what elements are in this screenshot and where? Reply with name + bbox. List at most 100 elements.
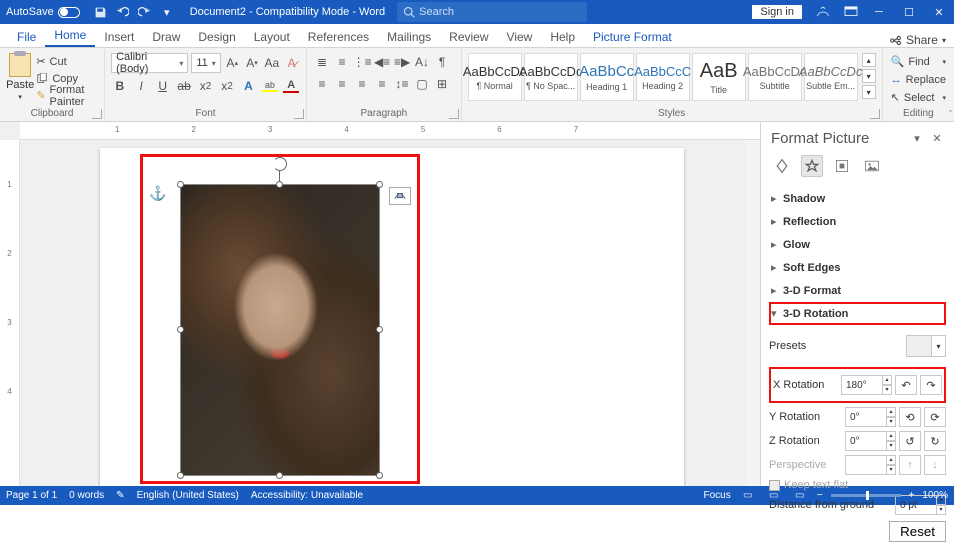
borders-icon[interactable]: ⊞ — [433, 75, 451, 93]
resize-handle-tr[interactable] — [376, 181, 383, 188]
find-button[interactable]: 🔍Find▾ — [889, 53, 948, 70]
zoom-level[interactable]: 100% — [922, 490, 948, 501]
signin-button[interactable]: Sign in — [752, 5, 802, 19]
tab-layout[interactable]: Layout — [245, 26, 299, 47]
rotate-x-right-icon[interactable]: ↷ — [920, 375, 942, 395]
font-color-button[interactable]: A — [283, 77, 300, 95]
show-marks-icon[interactable]: ¶ — [433, 53, 451, 71]
subscript-button[interactable]: x2 — [197, 77, 214, 95]
select-button[interactable]: ↖Select▾ — [889, 89, 948, 106]
presets-dropdown-icon[interactable]: ▾ — [932, 335, 946, 357]
maximize-icon[interactable]: ☐ — [902, 5, 916, 19]
coming-soon-icon[interactable] — [816, 5, 830, 19]
spin-down-icon[interactable]: ▾ — [882, 385, 892, 395]
highlight-button[interactable]: ab — [261, 77, 278, 95]
font-name-combo[interactable]: Calibri (Body)▾ — [111, 53, 188, 73]
resize-handle-br[interactable] — [376, 472, 383, 479]
zoom-slider[interactable] — [831, 494, 901, 497]
spin-down-icon[interactable]: ▾ — [886, 417, 896, 427]
style-subtle-em[interactable]: AaBbCcDcSubtle Em... — [804, 53, 858, 101]
presets-button[interactable] — [906, 335, 932, 357]
tab-help[interactable]: Help — [541, 26, 584, 47]
clear-format-icon[interactable]: A̷ — [283, 54, 300, 72]
cut-button[interactable]: ✂Cut — [34, 53, 98, 70]
bold-button[interactable]: B — [111, 77, 128, 95]
spin-up-icon[interactable]: ▴ — [882, 375, 892, 385]
zoom-out-icon[interactable]: − — [817, 490, 823, 501]
tab-view[interactable]: View — [498, 26, 542, 47]
close-icon[interactable]: ✕ — [932, 5, 946, 19]
align-left-icon[interactable]: ≡ — [313, 75, 331, 93]
section-glow[interactable]: ▸Glow — [769, 233, 946, 256]
qat-customize-icon[interactable]: ▾ — [160, 5, 174, 19]
tab-review[interactable]: Review — [440, 26, 497, 47]
word-count[interactable]: 0 words — [69, 490, 104, 501]
increase-indent-icon[interactable]: ≡▶ — [393, 53, 411, 71]
page-indicator[interactable]: Page 1 of 1 — [6, 490, 57, 501]
page[interactable]: ⚓ — [100, 148, 684, 486]
print-layout-icon[interactable]: ▭ — [765, 489, 783, 503]
paragraph-launcher[interactable] — [449, 109, 459, 119]
italic-button[interactable]: I — [133, 77, 150, 95]
save-icon[interactable] — [94, 5, 108, 19]
search-input[interactable] — [419, 6, 581, 18]
tab-file[interactable]: File — [8, 26, 45, 47]
read-mode-icon[interactable]: ▭ — [739, 489, 757, 503]
style-title[interactable]: AaBTitle — [692, 53, 746, 101]
decrease-indent-icon[interactable]: ◀≡ — [373, 53, 391, 71]
redo-icon[interactable] — [138, 5, 152, 19]
align-center-icon[interactable]: ≡ — [333, 75, 351, 93]
undo-icon[interactable] — [116, 5, 130, 19]
ruler-horizontal[interactable]: 1234567 — [20, 122, 760, 140]
tab-mailings[interactable]: Mailings — [378, 26, 440, 47]
tab-picture-format[interactable]: Picture Format — [584, 26, 681, 47]
styles-launcher[interactable] — [870, 109, 880, 119]
align-right-icon[interactable]: ≡ — [353, 75, 371, 93]
fp-tab-effects-icon[interactable] — [801, 155, 823, 177]
rotate-x-left-icon[interactable]: ↶ — [895, 375, 917, 395]
tab-draw[interactable]: Draw — [143, 26, 189, 47]
minimize-icon[interactable]: ─ — [872, 5, 886, 19]
superscript-button[interactable]: x2 — [218, 77, 235, 95]
layout-options-icon[interactable] — [389, 187, 411, 205]
selected-picture[interactable]: ⚓ — [180, 184, 380, 476]
tab-references[interactable]: References — [299, 26, 378, 47]
section-reflection[interactable]: ▸Reflection — [769, 210, 946, 233]
fp-tab-picture-icon[interactable] — [861, 155, 883, 177]
spin-down-icon[interactable]: ▾ — [936, 505, 946, 515]
sort-icon[interactable]: A↓ — [413, 53, 431, 71]
toggle-switch-off[interactable] — [58, 7, 80, 18]
language-status[interactable]: English (United States) — [137, 490, 239, 501]
share-button[interactable]: Share ▾ — [889, 33, 946, 47]
section-3d-rotation[interactable]: ▾3-D Rotation — [769, 302, 946, 325]
format-painter-button[interactable]: ✎Format Painter — [34, 87, 98, 104]
line-spacing-icon[interactable]: ↕≡ — [393, 75, 411, 93]
x-rotation-input[interactable]: 180° — [841, 375, 883, 395]
spin-down-icon[interactable]: ▾ — [886, 441, 896, 451]
tab-insert[interactable]: Insert — [95, 26, 143, 47]
focus-label[interactable]: Focus — [704, 490, 731, 501]
style-normal[interactable]: AaBbCcDc¶ Normal — [468, 53, 522, 101]
numbering-icon[interactable]: ≡ — [333, 53, 351, 71]
resize-handle-mr[interactable] — [376, 326, 383, 333]
tab-home[interactable]: Home — [45, 24, 95, 47]
zoom-in-icon[interactable]: + — [909, 490, 915, 501]
spin-up-icon[interactable]: ▴ — [886, 431, 896, 441]
rotate-y-down-icon[interactable]: ⟳ — [924, 407, 946, 427]
change-case-icon[interactable]: Aa — [263, 54, 280, 72]
style-no-spacing[interactable]: AaBbCcDc¶ No Spac... — [524, 53, 578, 101]
z-rotation-input[interactable]: 0° — [845, 431, 887, 451]
rotate-z-ccw-icon[interactable]: ↺ — [899, 431, 921, 451]
rotate-handle[interactable] — [273, 157, 287, 171]
rotate-y-up-icon[interactable]: ⟲ — [899, 407, 921, 427]
styles-more-icon[interactable]: ▾ — [862, 85, 876, 99]
style-heading2[interactable]: AaBbCcCHeading 2 — [636, 53, 690, 101]
vertical-scrollbar[interactable] — [746, 140, 760, 486]
search-box[interactable] — [397, 2, 587, 22]
rotate-z-cw-icon[interactable]: ↻ — [924, 431, 946, 451]
style-subtitle[interactable]: AaBbCcDcSubtitle — [748, 53, 802, 101]
resize-handle-bl[interactable] — [177, 472, 184, 479]
resize-handle-tl[interactable] — [177, 181, 184, 188]
y-rotation-input[interactable]: 0° — [845, 407, 887, 427]
section-soft-edges[interactable]: ▸Soft Edges — [769, 256, 946, 279]
